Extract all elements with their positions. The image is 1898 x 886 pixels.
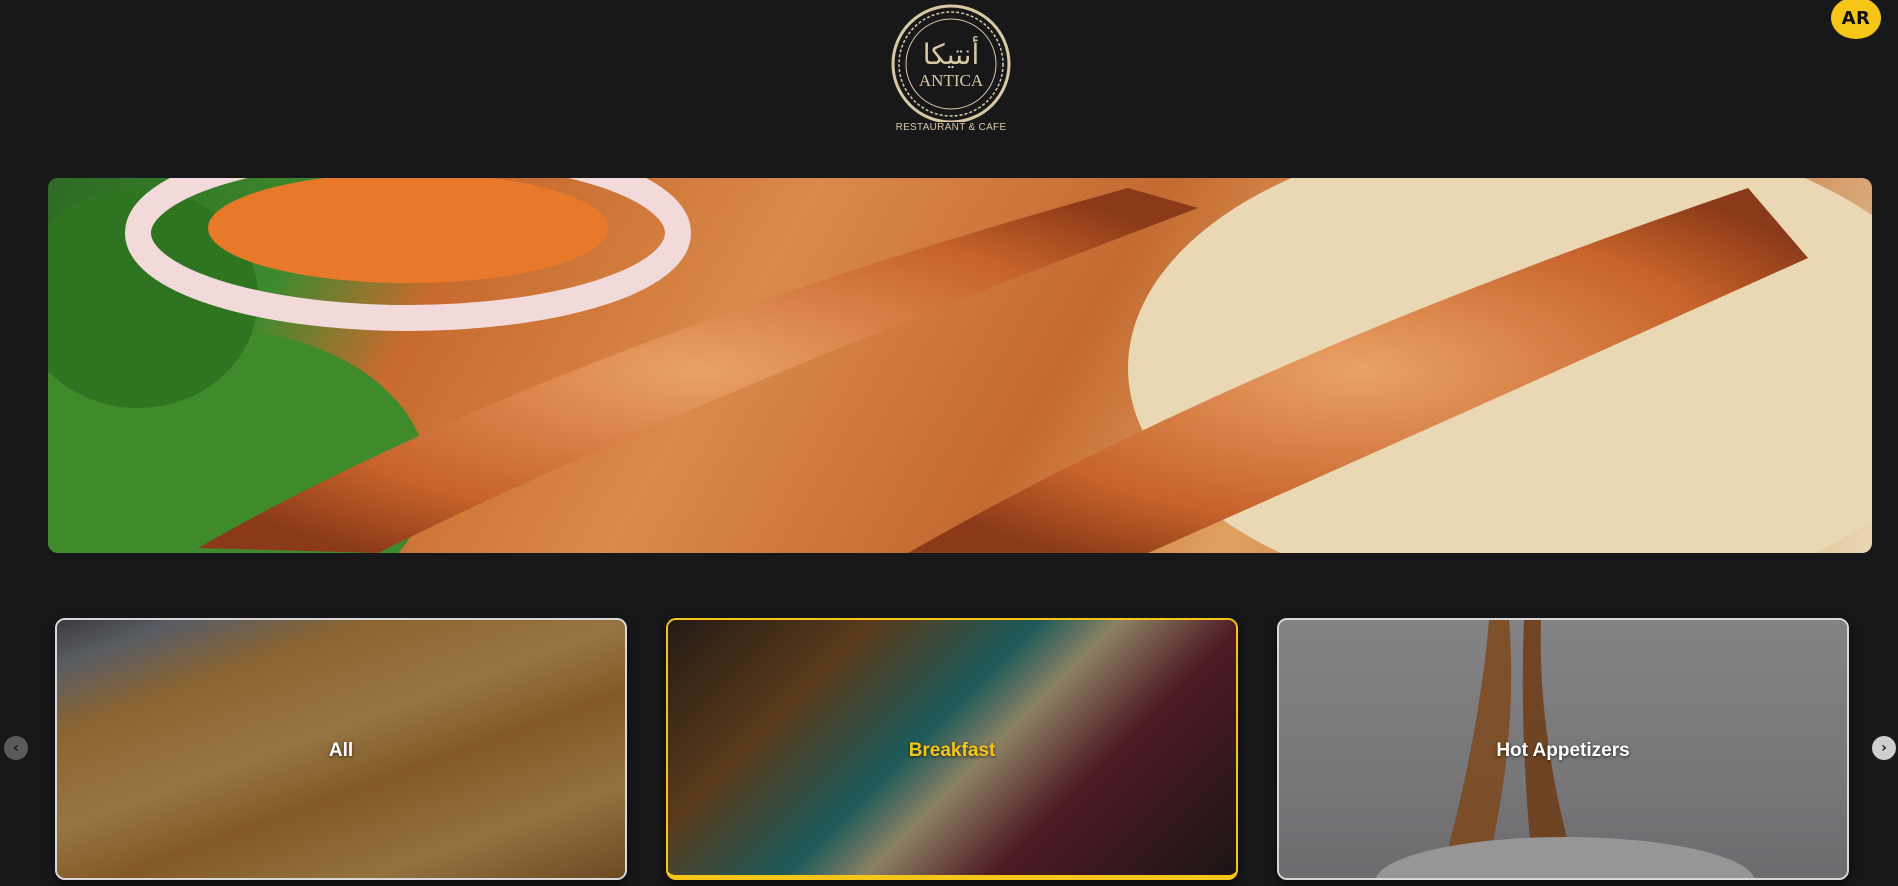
logo-latin-text: ANTICA (919, 71, 984, 90)
language-toggle-button[interactable]: AR (1831, 0, 1881, 39)
restaurant-logo: أنتيكا ANTICA RESTAURANT & CAFE (883, 2, 1019, 136)
carousel-prev-button[interactable]: ‹ (4, 736, 28, 760)
menu-page: AR أنتيكا ANTICA RESTAURANT & CAFE ‹ › A… (0, 0, 1898, 886)
chevron-left-icon: ‹ (13, 740, 19, 756)
chevron-right-icon: › (1881, 740, 1887, 756)
carousel-next-button[interactable]: › (1872, 736, 1896, 760)
logo-emblem: أنتيكا ANTICA (891, 4, 1011, 122)
logo-subtitle: RESTAURANT & CAFE (895, 122, 1007, 133)
logo-arabic-text: أنتيكا (923, 35, 979, 71)
category-card-all[interactable]: All (55, 618, 627, 880)
category-card-hot-appetizers[interactable]: Hot Appetizers (1277, 618, 1849, 880)
hero-banner-image (48, 178, 1872, 553)
category-card-breakfast[interactable]: Breakfast (666, 618, 1238, 880)
category-label: All (328, 740, 354, 761)
category-label: Breakfast (908, 740, 996, 761)
kebab-photo (48, 178, 1872, 553)
category-label: Hot Appetizers (1496, 740, 1630, 761)
